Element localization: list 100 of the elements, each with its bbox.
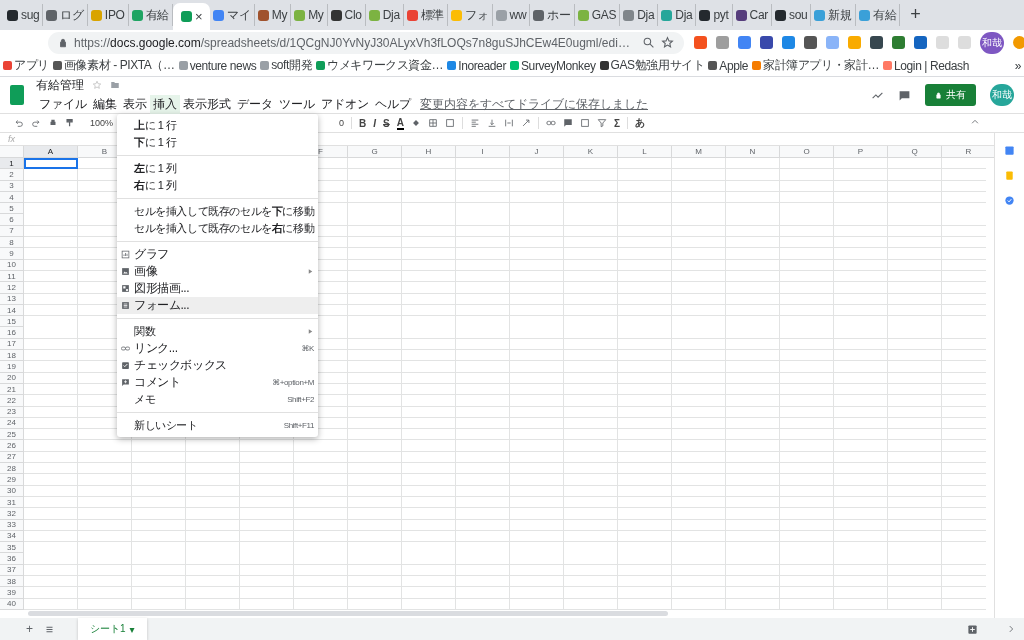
menu-item[interactable]: ファイル	[36, 94, 90, 114]
column-header[interactable]: P	[834, 146, 888, 158]
menu-option[interactable]: セルを挿入して既存のセルを右に移動	[117, 220, 318, 237]
browser-tab[interactable]: Car	[732, 4, 772, 26]
row-header[interactable]: 33	[0, 519, 24, 531]
browser-tab[interactable]: My	[291, 4, 328, 26]
row-header[interactable]: 9	[0, 248, 24, 260]
browser-tab[interactable]: 新規	[811, 4, 856, 26]
column-header[interactable]: N	[726, 146, 780, 158]
bookmark-link[interactable]: Inoreader	[458, 58, 506, 73]
column-header[interactable]: R	[942, 146, 994, 158]
merge-cells-icon[interactable]	[444, 118, 455, 128]
browser-tab[interactable]: sou	[771, 4, 812, 26]
column-header[interactable]: K	[564, 146, 618, 158]
text-rotation-icon[interactable]	[520, 118, 531, 128]
row-header[interactable]: 23	[0, 406, 24, 418]
update-icon[interactable]	[1012, 36, 1024, 49]
browser-tab[interactable]: pyt	[696, 4, 733, 26]
browser-tab[interactable]: sug	[4, 4, 44, 26]
column-header[interactable]: I	[456, 146, 510, 158]
align-left-icon[interactable]	[469, 118, 480, 128]
row-header[interactable]: 10	[0, 259, 24, 271]
link-icon[interactable]	[545, 118, 556, 128]
row-header[interactable]: 20	[0, 372, 24, 384]
insert-comment-icon[interactable]	[562, 118, 573, 128]
column-header[interactable]: L	[618, 146, 672, 158]
browser-tab[interactable]: ログ	[43, 4, 88, 26]
browser-tab[interactable]: IPO	[87, 4, 129, 26]
browser-tab[interactable]: マイ	[210, 4, 255, 26]
browser-tab[interactable]: GAS	[574, 4, 621, 26]
undo-icon[interactable]	[14, 118, 24, 128]
column-header[interactable]: G	[348, 146, 402, 158]
insert-chart-icon[interactable]	[579, 118, 590, 128]
column-header[interactable]: M	[672, 146, 726, 158]
menu-option[interactable]: フォーム...	[117, 297, 318, 314]
explore-icon[interactable]	[967, 623, 978, 635]
menu-option[interactable]: グラフ	[117, 246, 318, 263]
row-header[interactable]: 30	[0, 485, 24, 497]
strikethrough-button[interactable]: S	[383, 117, 390, 129]
search-icon[interactable]	[641, 36, 655, 49]
browser-tab[interactable]: ww	[492, 4, 531, 26]
filter-icon[interactable]	[596, 118, 607, 128]
bold-button[interactable]: B	[359, 117, 367, 129]
menu-option[interactable]: 図形描画...	[117, 280, 318, 297]
menu-item[interactable]: 表示形式	[180, 94, 234, 114]
menu-item[interactable]: データ	[234, 94, 276, 114]
horizontal-scrollbar[interactable]	[28, 611, 668, 617]
row-header[interactable]: 3	[0, 180, 24, 192]
row-header[interactable]: 19	[0, 361, 24, 373]
browser-tab[interactable]: My	[254, 4, 292, 26]
menu-item[interactable]: ツール	[276, 94, 318, 114]
row-header[interactable]: 16	[0, 327, 24, 339]
browser-tab[interactable]: Clo	[327, 4, 366, 26]
selected-cell[interactable]	[24, 158, 78, 170]
side-panel-toggle-icon[interactable]	[1006, 624, 1016, 634]
bookmark-link[interactable]: GAS勉強用サイト	[610, 57, 705, 74]
column-header[interactable]: J	[510, 146, 564, 158]
row-header[interactable]: 29	[0, 474, 24, 486]
browser-tab[interactable]: Dja	[365, 4, 404, 26]
browser-tab[interactable]: Dja	[620, 4, 659, 26]
font-size-field[interactable]: 0	[339, 118, 345, 128]
more-bookmarks-button[interactable]: »	[1014, 58, 1021, 73]
row-header[interactable]: 26	[0, 440, 24, 452]
row-header[interactable]: 22	[0, 395, 24, 407]
browser-tab[interactable]: 有給	[855, 4, 901, 26]
bookmark-link[interactable]: ウメキワークス資金…	[327, 57, 444, 74]
save-status-link[interactable]: 変更内容をすべてドライブに保存しました	[420, 95, 648, 113]
sheet-list-icon[interactable]	[45, 624, 54, 634]
menu-option[interactable]: 関数	[117, 323, 318, 340]
menu-item[interactable]: アドオン	[318, 94, 372, 114]
column-header[interactable]: H	[402, 146, 456, 158]
menu-option[interactable]: 上に 1 行	[117, 117, 318, 134]
menu-option[interactable]: セルを挿入して既存のセルを下に移動	[117, 203, 318, 220]
row-header[interactable]: 40	[0, 598, 24, 610]
sheet-tab[interactable]: シート1 ▾	[78, 618, 147, 640]
vertical-align-icon[interactable]	[486, 118, 497, 128]
input-tools-button[interactable]: あ	[635, 116, 645, 130]
new-tab-button[interactable]: +	[910, 4, 921, 25]
functions-button[interactable]: Σ	[613, 117, 620, 129]
menu-option[interactable]: 左に 1 列	[117, 160, 318, 177]
row-header[interactable]: 2	[0, 169, 24, 181]
browser-tab[interactable]: Dja	[658, 4, 697, 26]
star-icon[interactable]	[92, 80, 102, 90]
address-field[interactable]: https://docs.google.com/spreadsheets/d/1QCgNJ0YvNyJ30ALyxVh3fLOQs7n8guSJhCEw4E0ugml/edi…	[48, 31, 684, 54]
browser-tab[interactable]: ホー	[530, 4, 575, 26]
menu-option[interactable]: コメント ⌘+option+M	[117, 374, 318, 391]
text-color-button[interactable]: A	[396, 116, 404, 130]
text-wrap-icon[interactable]	[503, 118, 514, 128]
browser-tab[interactable]: 標準	[403, 4, 449, 26]
column-header[interactable]: Q	[888, 146, 942, 158]
menu-item[interactable]: ヘルプ	[372, 94, 414, 114]
menu-item[interactable]: 編集	[90, 94, 120, 114]
close-tab-button[interactable]: ×	[195, 9, 203, 24]
paint-format-icon[interactable]	[65, 118, 75, 128]
zoom-dropdown[interactable]: 100%	[90, 118, 114, 128]
tasks-icon[interactable]	[1004, 195, 1015, 206]
collapse-icon[interactable]	[970, 117, 980, 127]
browser-tab[interactable]: ×	[173, 3, 211, 30]
bookmark-link[interactable]: 画像素材 - PIXTA（…	[63, 57, 175, 74]
bookmark-link[interactable]: 家計簿アプリ・家計…	[763, 57, 880, 74]
